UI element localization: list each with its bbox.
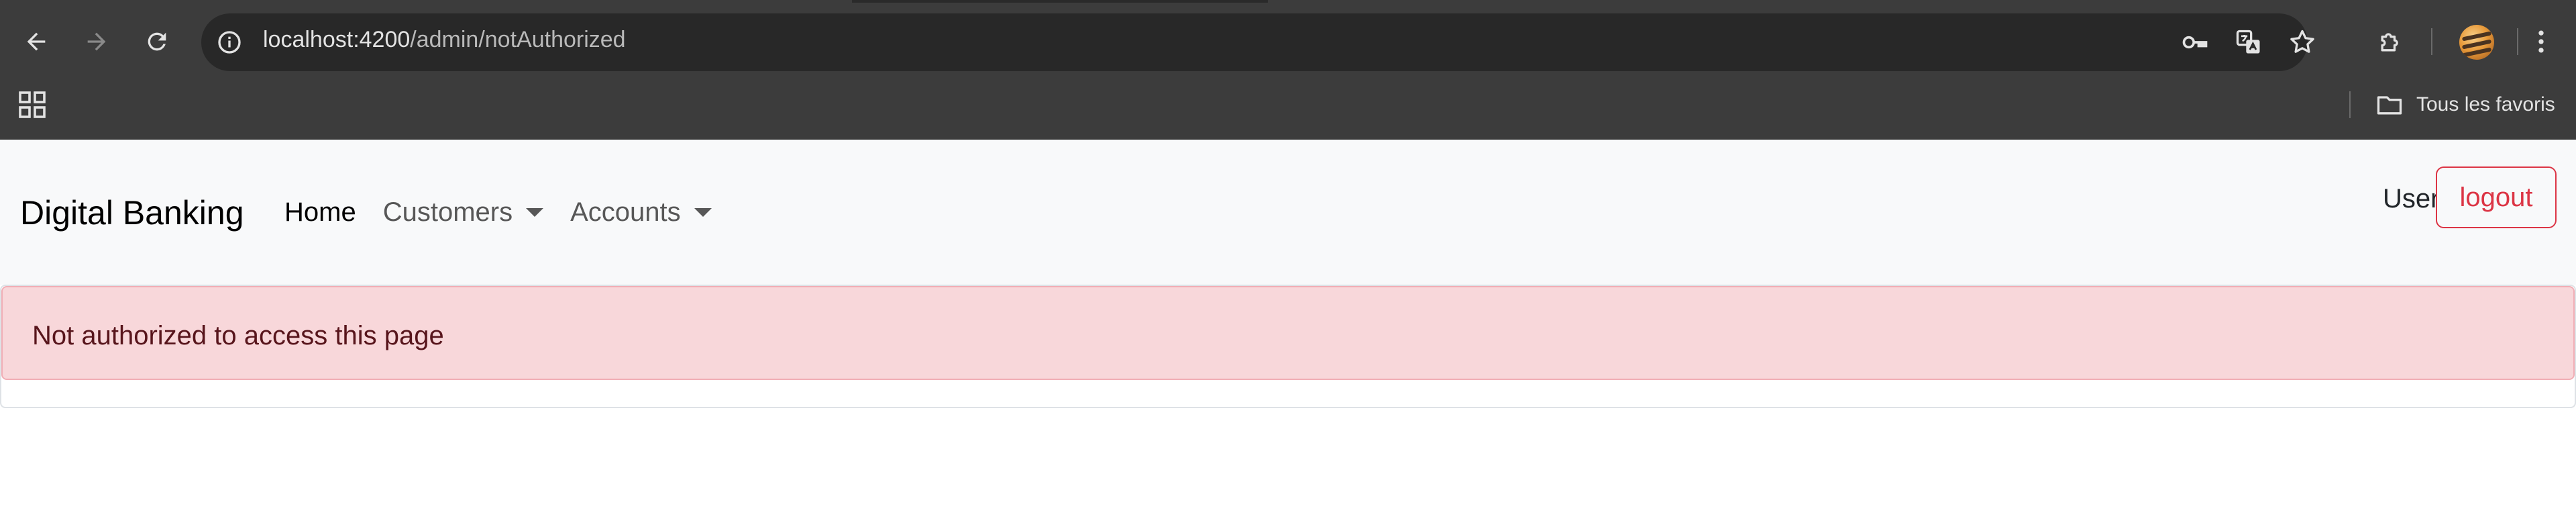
toolbar-divider: [2431, 28, 2432, 55]
logout-button[interactable]: logout: [2436, 166, 2557, 228]
apps-grid-icon[interactable]: [16, 89, 48, 121]
nav-links: Home Customers Accounts: [284, 197, 739, 228]
puzzle-icon[interactable]: [2371, 21, 2411, 62]
key-icon[interactable]: [2180, 28, 2210, 57]
forward-button[interactable]: [76, 21, 117, 62]
avatar[interactable]: [2459, 25, 2494, 60]
url-host: localhost:4200: [263, 27, 411, 52]
page-content: Digital Banking Home Customers Accounts …: [0, 140, 2576, 527]
user-label: User: [2383, 184, 2440, 213]
browser-chrome: localhost:4200/admin/notAuthorized Tous …: [0, 0, 2576, 140]
url-path: /admin/notAuthorized: [410, 27, 626, 52]
alert-message: Not authorized to access this page: [32, 321, 444, 350]
translate-icon[interactable]: [2234, 28, 2263, 57]
address-bar[interactable]: localhost:4200/admin/notAuthorized: [201, 13, 2314, 71]
browser-toolbar: localhost:4200/admin/notAuthorized: [0, 0, 2576, 83]
nav-customers-label: Customers: [382, 197, 513, 227]
kebab-menu-icon[interactable]: [2521, 21, 2561, 62]
bookmarks-bar: [0, 83, 2576, 140]
nav-home-label: Home: [284, 197, 356, 227]
toolbar-divider: [2517, 28, 2518, 55]
arrow-right-icon: [87, 32, 106, 51]
caret-down-icon: [526, 208, 544, 217]
bookmarks-folder-label: Tous les favoris: [2416, 93, 2555, 115]
url-text[interactable]: localhost:4200/admin/notAuthorized: [263, 27, 626, 53]
reload-button[interactable]: [137, 21, 177, 62]
arrow-left-icon: [27, 32, 46, 51]
nav-home-link[interactable]: Home: [284, 197, 356, 228]
not-authorized-alert: Not authorized to access this page: [1, 286, 2575, 380]
nav-accounts-dropdown[interactable]: Accounts: [570, 197, 712, 228]
brand-title[interactable]: Digital Banking: [20, 193, 244, 232]
info-icon[interactable]: [216, 29, 243, 56]
bookmarks-divider: [2349, 91, 2351, 118]
star-icon[interactable]: [2288, 28, 2317, 57]
caret-down-icon: [694, 208, 712, 217]
bookmarks-folder[interactable]: Tous les favoris: [2375, 90, 2555, 119]
folder-icon: [2377, 96, 2402, 115]
nav-accounts-label: Accounts: [570, 197, 681, 227]
back-button[interactable]: [16, 21, 56, 62]
app-navbar: Digital Banking Home Customers Accounts …: [0, 140, 2576, 285]
content-card: Not authorized to access this page: [0, 285, 2576, 408]
nav-customers-dropdown[interactable]: Customers: [382, 197, 544, 228]
reload-icon: [148, 32, 166, 51]
